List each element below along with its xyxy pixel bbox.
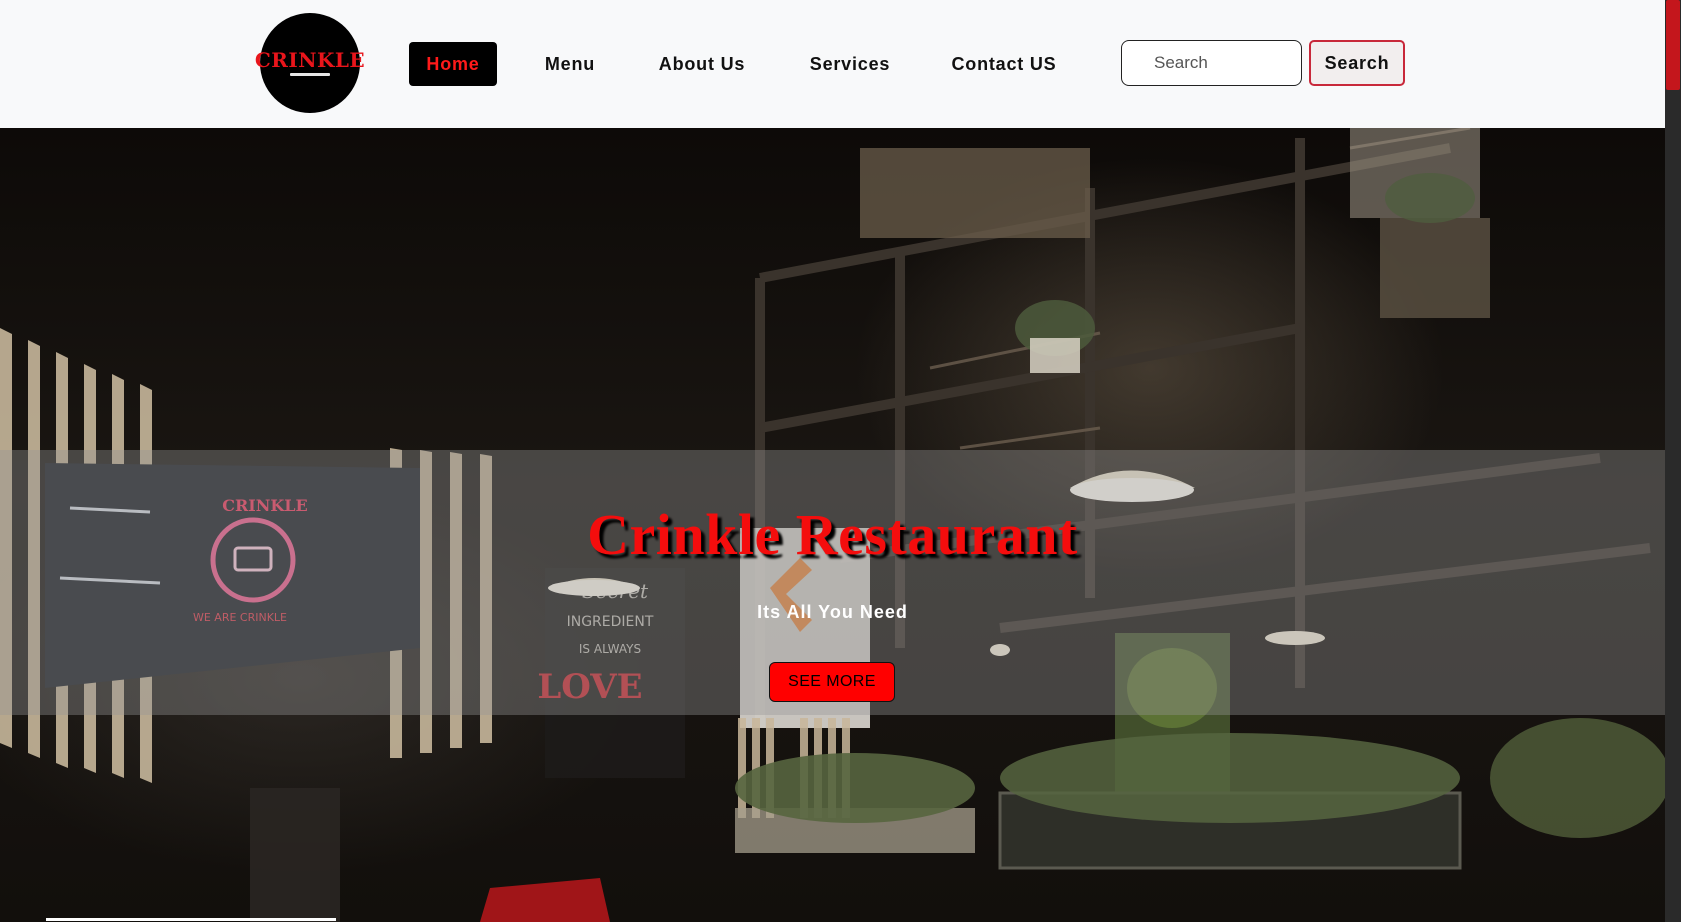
logo-tagline-bar	[290, 73, 330, 76]
crinkle-logo-icon[interactable]: CRINKLE	[255, 13, 365, 113]
page: CRINKLE Home Menu About Us Services Cont…	[0, 0, 1681, 922]
logo-text: CRINKLE	[254, 48, 366, 72]
search-button[interactable]: Search	[1309, 40, 1405, 86]
site-header: CRINKLE Home Menu About Us Services Cont…	[0, 0, 1665, 128]
scrollbar-thumb[interactable]	[1666, 0, 1680, 90]
hero-title: Crinkle Restaurant	[587, 502, 1078, 567]
nav-item-contact-us[interactable]: Contact US	[946, 42, 1062, 86]
search-input[interactable]	[1121, 40, 1302, 86]
nav-item-about-us[interactable]: About Us	[652, 42, 752, 86]
hero-section: CRINKLE WE ARE CRINKLE Secret INGREDIENT…	[0, 128, 1665, 922]
nav-item-services[interactable]: Services	[800, 42, 900, 86]
hero-subtitle: Its All You Need	[757, 602, 908, 622]
see-more-button[interactable]: SEE MORE	[769, 662, 895, 702]
section-divider	[46, 918, 336, 921]
page-scrollbar[interactable]	[1665, 0, 1681, 922]
nav-item-menu[interactable]: Menu	[530, 42, 610, 86]
nav-item-home[interactable]: Home	[409, 42, 497, 86]
